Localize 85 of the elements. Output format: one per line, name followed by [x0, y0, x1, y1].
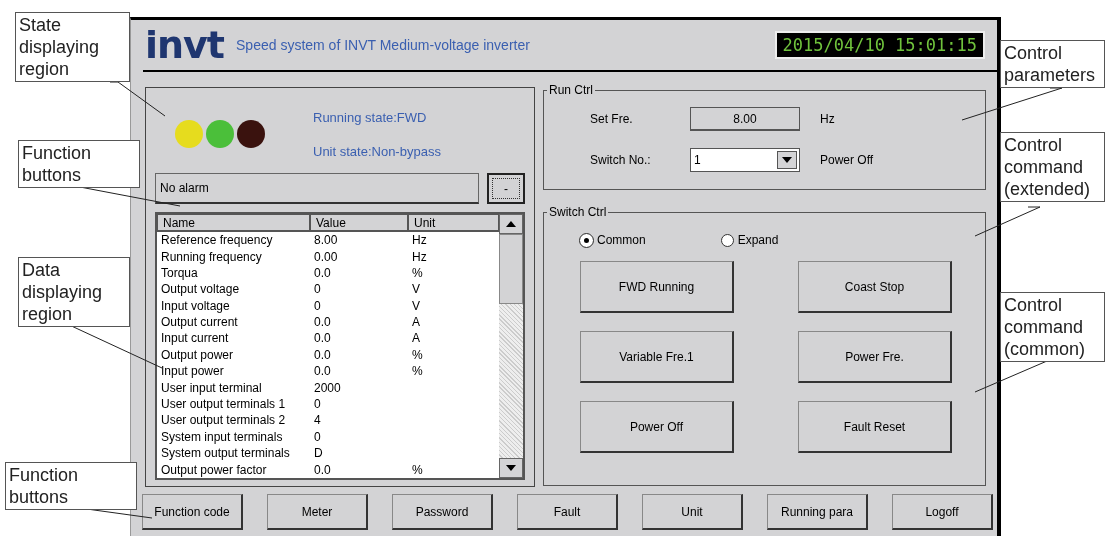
command-button[interactable]: Power Off [580, 401, 734, 453]
function-button[interactable]: Fault [517, 494, 618, 530]
callout-label: State displaying region [15, 12, 130, 82]
command-button[interactable]: Fault Reset [798, 401, 952, 453]
scrollbar[interactable] [499, 214, 523, 478]
table-cell: A [412, 331, 420, 346]
field-label: Set Fre. [590, 112, 634, 126]
table-cell: A [412, 315, 420, 330]
table-cell: Input voltage [161, 298, 230, 313]
function-button[interactable]: Logoff [892, 494, 993, 530]
callout-label: Control command (common) [1000, 292, 1105, 362]
group-title: Switch Ctrl [547, 205, 609, 219]
table-cell: 0.0 [314, 462, 331, 477]
table-cell: User output terminals 1 [161, 397, 286, 412]
table-cell: 0 [314, 298, 321, 313]
leader-line [109, 81, 166, 117]
table-cell: 0 [314, 429, 321, 444]
callout-label: Function buttons [5, 462, 137, 510]
command-button[interactable]: Power Fre. [798, 331, 952, 383]
table-cell: System output terminals [161, 446, 290, 461]
table-cell: 0 [314, 282, 321, 297]
table-cell: V [412, 282, 420, 297]
table-cell: V [412, 298, 420, 313]
callout-label: Control parameters [1000, 40, 1105, 88]
leader-line [974, 206, 1041, 237]
table-cell: Input power [161, 364, 224, 379]
switch-status: Power Off [820, 153, 874, 167]
mode-radio[interactable]: Common [580, 233, 646, 247]
unit-label: Hz [820, 112, 835, 126]
table-cell: Input current [161, 331, 229, 346]
table-cell: 8.00 [314, 233, 338, 248]
alarm-field: No alarm [155, 173, 479, 205]
running-state: Running state:FWD [313, 109, 428, 125]
scroll-down-icon[interactable] [499, 458, 523, 478]
function-button[interactable]: Password [392, 494, 493, 530]
table-cell: 2000 [314, 380, 341, 395]
unit-state: Unit state:Non-bypass [313, 144, 441, 160]
table-cell: 0.0 [314, 315, 331, 330]
table-cell: User input terminal [161, 380, 262, 395]
command-button[interactable]: Variable Fre.1 [580, 331, 734, 383]
table-cell: % [412, 462, 423, 477]
table-cell: % [412, 364, 423, 379]
logo: invt [145, 26, 224, 64]
table-cell: User output terminals 2 [161, 413, 286, 428]
callout-label: Control command (extended) [1000, 132, 1105, 202]
command-button[interactable]: FWD Running [580, 261, 734, 313]
table-cell: Hz [412, 233, 427, 248]
scroll-up-icon[interactable] [499, 214, 523, 235]
function-button[interactable]: Unit [642, 494, 743, 530]
table-cell: % [412, 347, 423, 362]
command-button[interactable]: Coast Stop [798, 261, 952, 313]
table-cell: D [314, 446, 323, 461]
table-cell: Output power factor [161, 462, 267, 477]
mode-radio[interactable]: Expand [720, 233, 779, 247]
column-header[interactable]: Value [310, 214, 408, 233]
alarm-button[interactable]: - [487, 173, 525, 205]
table-cell: 0.0 [314, 347, 331, 362]
table-cell: 0.00 [314, 249, 338, 264]
table-cell: Output power [161, 347, 234, 362]
scroll-thumb[interactable] [499, 234, 523, 305]
function-button[interactable]: Running para [767, 494, 868, 530]
function-button[interactable]: Meter [267, 494, 368, 530]
table-cell: 4 [314, 413, 321, 428]
table-cell: Output current [161, 315, 238, 330]
table-cell: 0.0 [314, 364, 331, 379]
clock-display: 2015/04/10 15:01:15 [774, 31, 985, 59]
table-cell: Hz [412, 249, 427, 264]
callout-label: Function buttons [18, 140, 140, 188]
table-cell: System input terminals [161, 429, 283, 444]
set-frequency-field[interactable]: 8.00 [690, 107, 800, 131]
app-title: Speed system of INVT Medium-voltage inverter [236, 37, 531, 53]
callout-label: Data displaying region [18, 257, 130, 327]
table-cell: Running frequency [161, 249, 262, 264]
group-title: Run Ctrl [547, 83, 595, 97]
column-header[interactable]: Name [157, 214, 310, 233]
table-cell: Torqua [161, 265, 198, 280]
table-cell: Output voltage [161, 282, 240, 297]
table-cell: Reference frequency [161, 233, 273, 248]
table-cell: 0 [314, 397, 321, 412]
switch-dropdown[interactable]: 1 [690, 148, 800, 172]
field-label: Switch No.: [590, 153, 652, 167]
table-cell: 0.0 [314, 331, 331, 346]
function-button[interactable]: Function code [142, 494, 243, 530]
table-cell: 0.0 [314, 265, 331, 280]
table-cell: % [412, 265, 423, 280]
